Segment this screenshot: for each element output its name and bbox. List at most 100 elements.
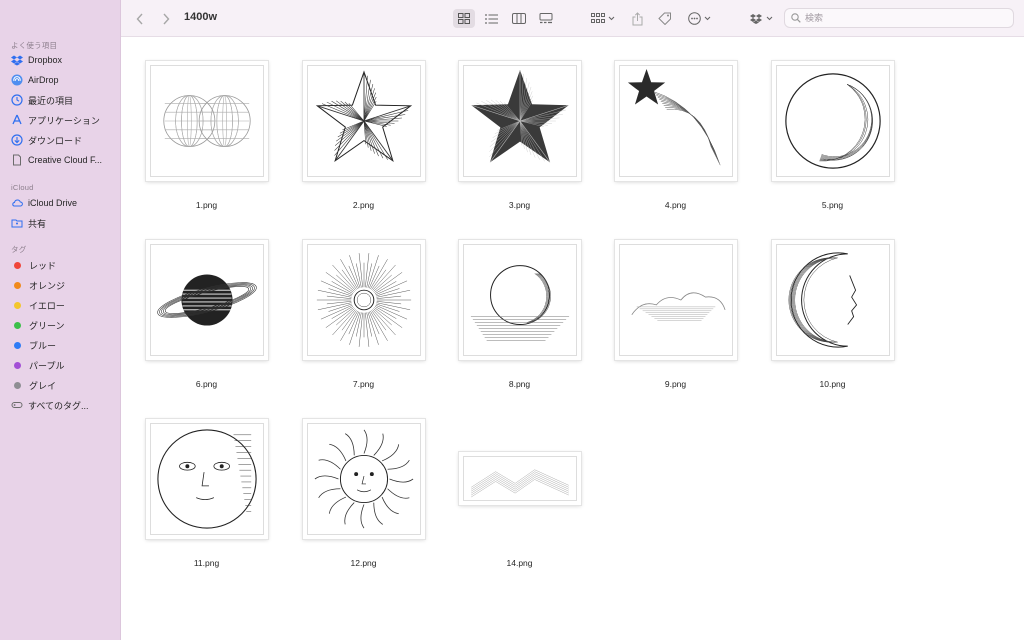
tag-color-dot bbox=[14, 341, 21, 349]
file-thumbnail[interactable] bbox=[770, 59, 895, 182]
file-item[interactable]: 11.png bbox=[144, 417, 269, 577]
group-button[interactable] bbox=[590, 9, 618, 28]
list-icon bbox=[484, 13, 498, 24]
file-thumbnail[interactable] bbox=[457, 417, 582, 540]
sidebar-item-icloud-drive[interactable]: iCloud Drive bbox=[11, 194, 115, 212]
sidebar-item-label: すべてのタグ... bbox=[28, 400, 89, 411]
tag-outline-icon bbox=[658, 12, 671, 25]
tag-icon bbox=[11, 399, 23, 411]
columns-icon bbox=[512, 13, 526, 24]
file-name: 2.png bbox=[352, 200, 375, 210]
gallery-view-button[interactable] bbox=[535, 9, 557, 28]
sidebar-item-creative-cloud[interactable]: Creative Cloud F... bbox=[11, 151, 115, 169]
file-thumbnail[interactable] bbox=[301, 59, 426, 182]
file-name: 14.png bbox=[506, 558, 533, 568]
file-item[interactable]: 5.png bbox=[770, 59, 895, 219]
star-dark-image bbox=[470, 69, 569, 162]
file-name: 11.png bbox=[193, 558, 220, 568]
search-input[interactable] bbox=[805, 13, 995, 23]
airdrop-icon bbox=[11, 74, 23, 86]
tag-color-dot bbox=[14, 301, 21, 309]
shared-folder-icon bbox=[11, 217, 23, 229]
document-icon bbox=[11, 154, 23, 166]
sidebar-item-label: 最近の項目 bbox=[28, 95, 74, 106]
sidebar-item-tag[interactable]: レッド bbox=[11, 256, 115, 274]
file-item[interactable]: 3.png bbox=[457, 59, 582, 219]
cloud-icon bbox=[11, 197, 23, 209]
sidebar-item-airdrop[interactable]: AirDrop bbox=[11, 71, 115, 89]
file-item[interactable]: 8.png bbox=[457, 238, 582, 398]
window-title: 1400w bbox=[184, 11, 218, 23]
share-icon bbox=[632, 11, 642, 25]
ellipsis-circle-icon bbox=[688, 12, 711, 25]
file-item[interactable]: 4.png bbox=[613, 59, 738, 219]
file-thumbnail[interactable] bbox=[301, 417, 426, 540]
file-thumbnail[interactable] bbox=[144, 59, 269, 182]
sidebar-item-label: イエロー bbox=[29, 300, 65, 311]
grid-dropdown-icon bbox=[591, 13, 615, 23]
toolbar: 1400w bbox=[121, 0, 1024, 37]
sidebar-item-label: Dropbox bbox=[28, 55, 63, 65]
sidebar-item-dropbox[interactable]: Dropbox bbox=[11, 51, 115, 69]
share-button[interactable] bbox=[628, 9, 646, 28]
icloud-header: iCloud bbox=[11, 183, 34, 192]
list-view-button[interactable] bbox=[480, 9, 502, 28]
dropbox-menu-button[interactable] bbox=[749, 9, 777, 28]
file-grid: 1.png 2.png 3.png 4.png 5.png 6.png 7.png 8.png… bbox=[121, 37, 1024, 640]
back-button[interactable] bbox=[133, 9, 147, 28]
file-item[interactable]: 7.png bbox=[301, 238, 426, 398]
mountains-image bbox=[470, 469, 569, 498]
dropbox-dropdown-icon bbox=[750, 13, 773, 24]
sidebar-item-label: 共有 bbox=[28, 218, 47, 229]
file-name: 7.png bbox=[352, 379, 375, 389]
file-thumbnail[interactable] bbox=[301, 238, 426, 361]
file-item[interactable]: 1.png bbox=[144, 59, 269, 219]
sidebar-item-shared[interactable]: 共有 bbox=[11, 214, 115, 232]
file-thumbnail[interactable] bbox=[770, 238, 895, 361]
file-name: 5.png bbox=[821, 200, 844, 210]
column-view-button[interactable] bbox=[508, 9, 530, 28]
search-field[interactable] bbox=[784, 8, 1014, 28]
clouds-image bbox=[630, 291, 725, 321]
sidebar-item-all-tags[interactable]: すべてのタグ... bbox=[11, 396, 115, 414]
file-thumbnail[interactable] bbox=[613, 59, 738, 182]
tag-color-dot bbox=[14, 361, 21, 369]
sidebar-item-tag[interactable]: オレンジ bbox=[11, 276, 115, 294]
icon-view-button[interactable] bbox=[453, 9, 475, 28]
sidebar-item-applications[interactable]: アプリケーション bbox=[11, 111, 115, 129]
sidebar-item-label: AirDrop bbox=[28, 75, 59, 85]
sidebar-item-label: iCloud Drive bbox=[28, 198, 78, 208]
tag-button[interactable] bbox=[656, 9, 674, 28]
shooting-star-image bbox=[627, 68, 720, 165]
file-thumbnail[interactable] bbox=[613, 238, 738, 361]
file-thumbnail[interactable] bbox=[457, 238, 582, 361]
file-thumbnail[interactable] bbox=[144, 417, 269, 540]
file-item[interactable]: 2.png bbox=[301, 59, 426, 219]
sidebar-item-tag[interactable]: イエロー bbox=[11, 296, 115, 314]
file-item[interactable]: 6.png bbox=[144, 238, 269, 398]
file-item[interactable]: 12.png bbox=[301, 417, 426, 577]
sidebar-item-tag[interactable]: ブルー bbox=[11, 336, 115, 354]
sidebar-item-label: パープル bbox=[29, 360, 65, 371]
sidebar-item-downloads[interactable]: ダウンロード bbox=[11, 131, 115, 149]
sidebar: よく使う項目 Dropbox AirDrop 最近の項目 アプリケーション ダウ… bbox=[0, 0, 121, 640]
sidebar-item-tag[interactable]: パープル bbox=[11, 356, 115, 374]
sidebar-item-tag[interactable]: グレイ bbox=[11, 376, 115, 394]
file-thumbnail[interactable] bbox=[144, 238, 269, 361]
sidebar-item-label: アプリケーション bbox=[28, 115, 100, 126]
sidebar-item-recents[interactable]: 最近の項目 bbox=[11, 91, 115, 109]
chevron-left-icon bbox=[136, 13, 143, 24]
forward-button[interactable] bbox=[159, 9, 173, 28]
sidebar-item-label: レッド bbox=[29, 260, 57, 271]
sidebar-item-label: グレイ bbox=[29, 380, 57, 391]
search-icon bbox=[791, 13, 801, 23]
file-name: 4.png bbox=[664, 200, 687, 210]
more-actions-button[interactable] bbox=[687, 9, 717, 28]
dropbox-icon bbox=[11, 54, 23, 66]
sidebar-item-tag[interactable]: グリーン bbox=[11, 316, 115, 334]
file-item[interactable]: 10.png bbox=[770, 238, 895, 398]
file-item[interactable]: 9.png bbox=[613, 238, 738, 398]
file-item[interactable]: 14.png bbox=[457, 417, 582, 577]
sidebar-item-label: オレンジ bbox=[29, 280, 66, 291]
file-thumbnail[interactable] bbox=[457, 59, 582, 182]
